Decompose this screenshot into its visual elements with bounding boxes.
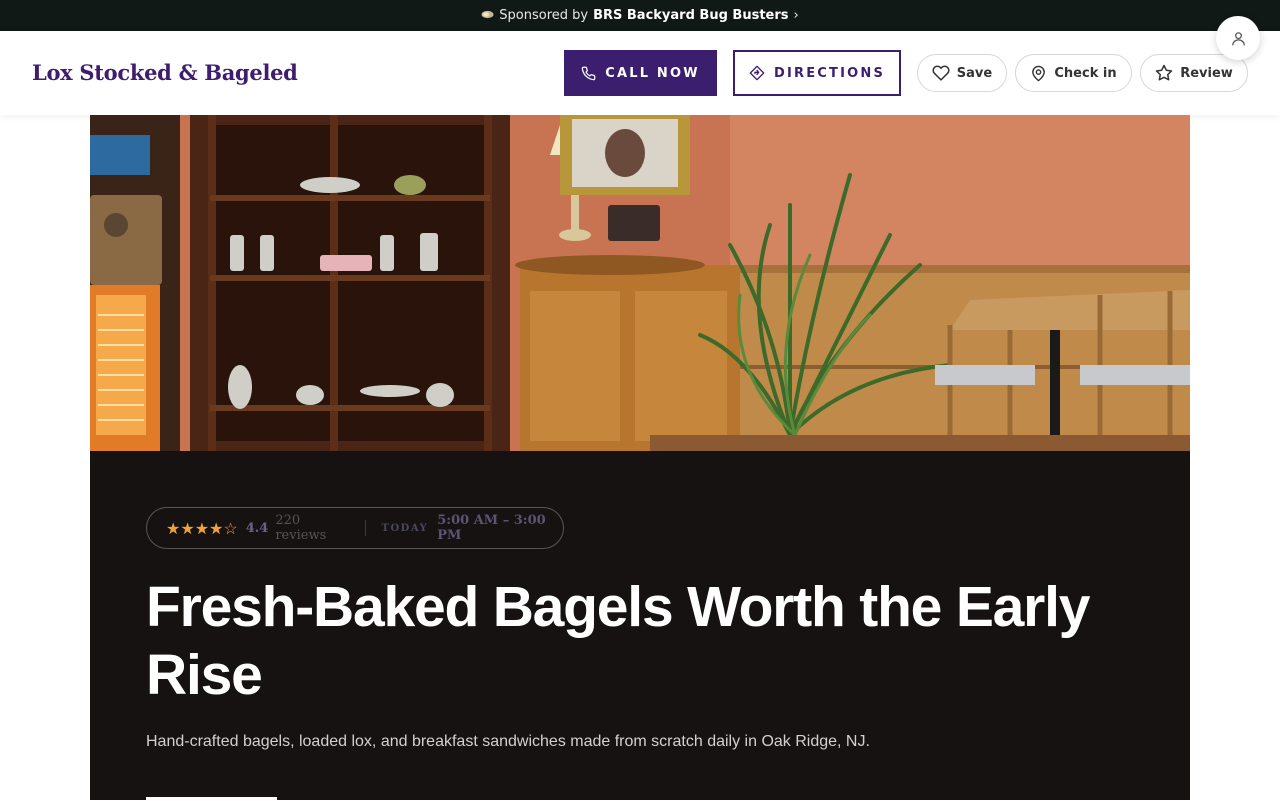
- call-now-button[interactable]: CALL NOW: [564, 50, 717, 96]
- account-avatar-button[interactable]: [1216, 16, 1260, 60]
- save-label: Save: [956, 65, 993, 81]
- review-label: Review: [1180, 65, 1233, 81]
- rating-value: 4.4: [245, 520, 269, 536]
- rating-stars-icon: ★★★★☆: [166, 518, 238, 538]
- check-in-button[interactable]: Check in: [1015, 54, 1132, 92]
- star-icon: [1155, 64, 1173, 81]
- today-label: TODAY: [381, 522, 429, 534]
- sponsor-arrow-icon: ›: [793, 8, 799, 23]
- save-button[interactable]: Save: [917, 54, 1007, 92]
- bug-icon: [481, 9, 494, 22]
- hero-photo: [90, 115, 1190, 451]
- hours-value: 5:00 AM – 3:00 PM: [437, 513, 546, 543]
- review-count-link[interactable]: 220 reviews: [275, 513, 348, 543]
- hero-headline: Fresh-Baked Bagels Worth the Early Rise: [146, 575, 1090, 707]
- rating-hours-pill: ★★★★☆ 4.4 220 reviews TODAY 5:00 AM – 3:…: [146, 507, 564, 549]
- hero-cta-button[interactable]: [146, 797, 277, 801]
- call-now-label: CALL NOW: [605, 65, 700, 81]
- sponsor-prefix: Sponsored by: [499, 8, 589, 23]
- hero-panel: ★★★★☆ 4.4 220 reviews TODAY 5:00 AM – 3:…: [90, 451, 1190, 801]
- brand-logo[interactable]: Lox Stocked & Bageled: [32, 60, 298, 85]
- check-in-label: Check in: [1054, 65, 1117, 81]
- directions-button[interactable]: DIRECTIONS: [733, 50, 901, 96]
- divider: [364, 520, 366, 536]
- review-button[interactable]: Review: [1140, 54, 1248, 92]
- sponsor-banner[interactable]: Sponsored by BRS Backyard Bug Busters ›: [0, 0, 1280, 31]
- directions-icon: [749, 65, 765, 81]
- map-pin-icon: [1032, 65, 1046, 81]
- sponsor-name[interactable]: BRS Backyard Bug Busters: [593, 8, 788, 23]
- directions-label: DIRECTIONS: [773, 65, 886, 81]
- user-icon: [1231, 31, 1245, 46]
- phone-icon: [581, 66, 596, 80]
- heart-icon: [932, 65, 950, 81]
- site-header: Lox Stocked & Bageled CALL NOW DIRECTION…: [0, 31, 1280, 115]
- hero-subtext: Hand-crafted bagels, loaded lox, and bre…: [146, 733, 870, 750]
